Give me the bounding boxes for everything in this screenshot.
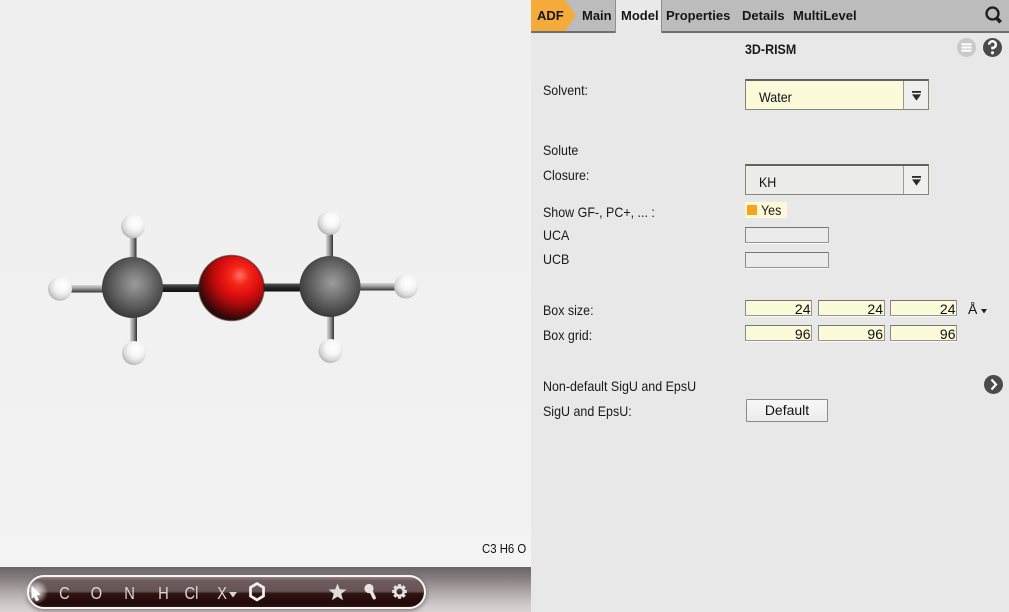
svg-text:X: X — [217, 584, 227, 604]
svg-text:H: H — [158, 584, 169, 604]
svg-text:Cl: Cl — [185, 584, 199, 604]
svg-text:N: N — [124, 584, 135, 604]
svg-text:O: O — [91, 584, 102, 604]
svg-text:C: C — [59, 584, 70, 604]
